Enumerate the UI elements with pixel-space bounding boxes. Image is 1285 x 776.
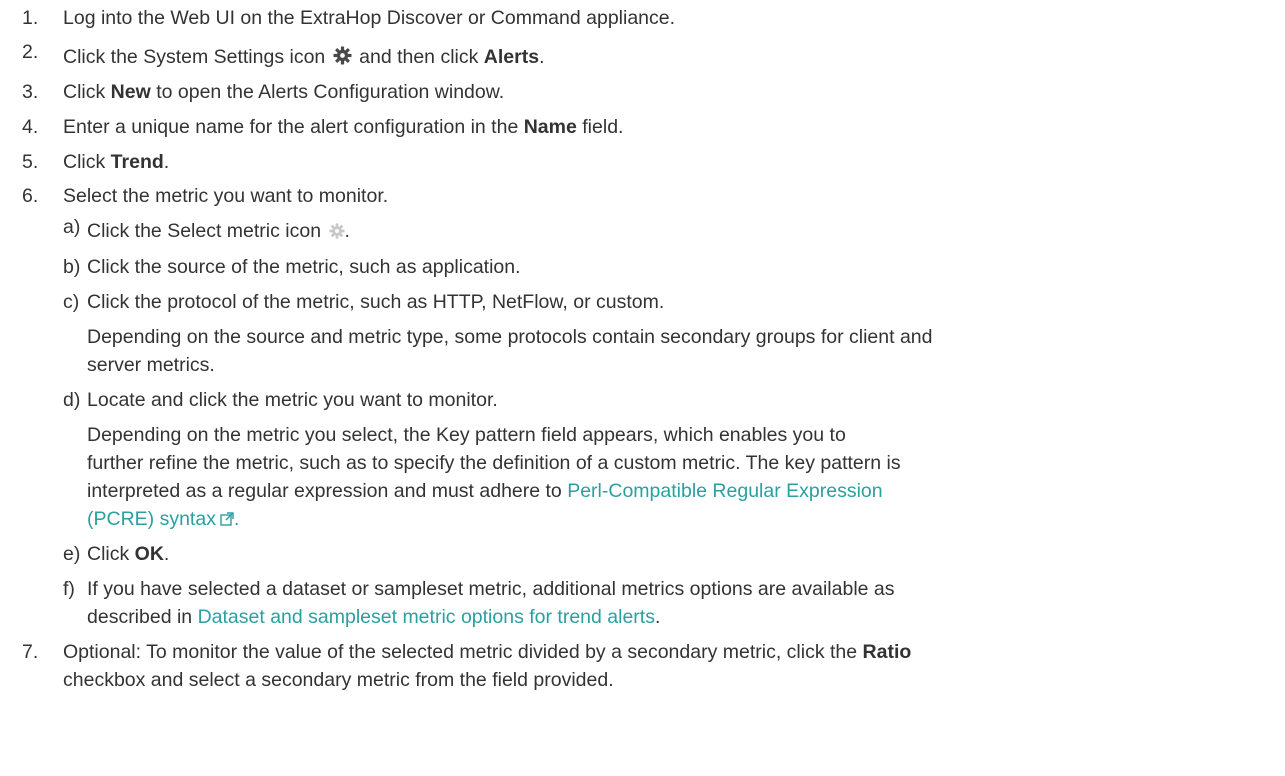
step-text: Log into the Web UI on the ExtraHop Disc… — [63, 7, 676, 29]
substep-text: If you have selected a dataset or sample… — [87, 578, 895, 600]
ui-term: Ratio — [862, 641, 912, 663]
substep-c-note-line-2: server metrics. — [87, 354, 215, 376]
substep-d-note-line-4: (PCRE) syntax . — [87, 506, 240, 530]
pcre-link-continued[interactable]: (PCRE) syntax — [87, 508, 216, 530]
gear-light-icon — [328, 219, 345, 239]
step-number: 4. — [22, 116, 39, 138]
ui-term: Alerts — [483, 46, 540, 68]
step-number: 6. — [22, 185, 39, 207]
substep-d-note-line-1: Depending on the metric you select, the … — [87, 424, 846, 446]
substep-d-note-line-3: interpreted as a regular expression and … — [87, 480, 883, 502]
step-text: field. — [582, 116, 624, 138]
step-number: 1. — [22, 7, 39, 29]
substep-letter: e) — [63, 543, 81, 565]
step-number: 3. — [22, 81, 39, 103]
gear-icon — [333, 45, 352, 65]
substep-text: Click the protocol of the metric, such a… — [87, 291, 665, 313]
substep-letter: f) — [63, 578, 75, 600]
step-text: Optional: To monitor the value of the se… — [63, 641, 858, 663]
substep-text: Click — [87, 543, 130, 565]
substep-letter: c) — [63, 291, 80, 313]
substep-f-line-2: described in Dataset and sampleset metri… — [87, 606, 661, 628]
ui-term: OK — [134, 543, 164, 565]
procedure-document: 1. Log into the Web UI on the ExtraHop D… — [0, 0, 1285, 776]
step-number: 5. — [22, 151, 39, 173]
external-link-icon[interactable] — [220, 506, 234, 526]
ui-term: New — [110, 81, 151, 103]
substep-text: Click the Select metric icon — [87, 220, 322, 242]
step-number: 7. — [22, 641, 39, 663]
substep-text: Click the source of the metric, such as … — [87, 256, 521, 278]
step-number: 2. — [22, 41, 39, 63]
step-text: Click — [63, 81, 106, 103]
substep-c-note-line-1: Depending on the source and metric type,… — [87, 326, 933, 348]
step-7-line-2: checkbox and select a secondary metric f… — [63, 669, 614, 691]
pcre-link[interactable]: Perl-Compatible Regular Expression — [567, 480, 882, 502]
step-text: Select the metric you want to monitor. — [63, 185, 389, 207]
step-text: Click the System Settings icon — [63, 46, 326, 68]
substep-text: Locate and click the metric you want to … — [87, 389, 498, 411]
substep-letter: d) — [63, 389, 81, 411]
step-text: and then click — [359, 46, 479, 68]
dataset-options-link[interactable]: Dataset and sampleset metric options for… — [198, 606, 655, 628]
step-text: Click — [63, 151, 106, 173]
step-text: to open the Alerts Configuration window. — [156, 81, 505, 103]
step-text: Enter a unique name for the alert config… — [63, 116, 519, 138]
ui-term: Trend — [110, 151, 164, 173]
substep-letter: b) — [63, 256, 81, 278]
ui-term: Name — [523, 116, 577, 138]
substep-letter: a) — [63, 216, 81, 238]
substep-d-note-line-2: further refine the metric, such as to sp… — [87, 452, 901, 474]
